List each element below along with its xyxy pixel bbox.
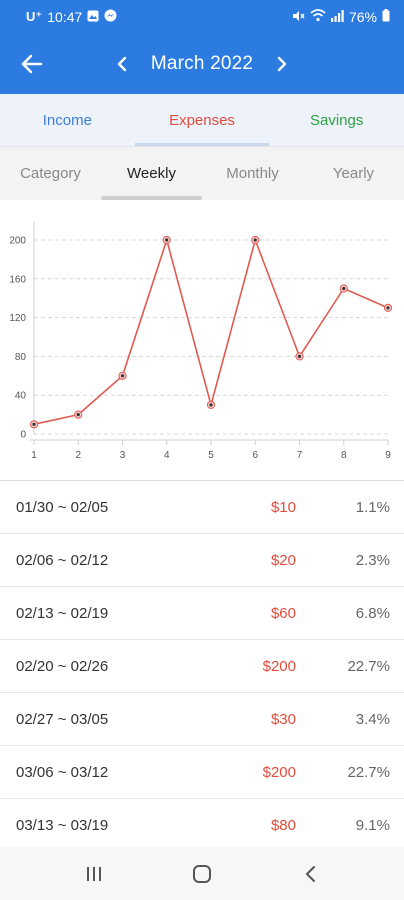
week-amount: $30 <box>270 710 296 728</box>
system-navigation-bar <box>0 847 404 900</box>
y-tick-label: 200 <box>9 236 26 247</box>
list-item[interactable]: 02/20 ~ 02/26 $200 22.7% <box>0 640 404 693</box>
list-item[interactable]: 02/06 ~ 02/12 $20 2.3% <box>0 534 404 587</box>
chevron-right-icon <box>277 56 287 72</box>
y-tick-label: 80 <box>15 352 27 363</box>
y-tick-label: 120 <box>9 313 26 324</box>
tab-expenses-label: Expenses <box>169 111 235 129</box>
week-range: 03/13 ~ 03/19 <box>16 816 109 834</box>
week-percentage: 22.7% <box>347 763 390 781</box>
tab-monthly-label: Monthly <box>226 165 279 182</box>
week-percentage: 9.1% <box>355 816 390 834</box>
tab-category[interactable]: Category <box>0 147 101 200</box>
back-nav-button[interactable] <box>290 854 330 894</box>
tab-savings[interactable]: Savings <box>269 94 404 146</box>
type-tabs: Income Expenses Savings <box>0 94 404 146</box>
week-amount: $60 <box>270 604 296 622</box>
week-amount: $200 <box>262 763 296 781</box>
week-amount: $10 <box>270 498 296 516</box>
x-tick-label: 7 <box>297 450 303 461</box>
data-point-center <box>120 374 125 378</box>
x-tick-label: 6 <box>252 450 258 461</box>
weekly-line-chart: 0 40 80 120 160 200 1 2 3 4 5 6 7 8 9 <box>0 200 404 480</box>
week-range: 02/06 ~ 02/12 <box>16 551 109 569</box>
week-percentage: 3.4% <box>355 710 390 728</box>
y-tick-label: 160 <box>9 274 26 285</box>
tab-weekly[interactable]: Weekly <box>101 147 202 200</box>
data-point-center <box>32 422 36 426</box>
data-point-center <box>209 403 213 407</box>
data-point-center <box>253 238 257 242</box>
mute-icon <box>291 9 305 26</box>
month-navigator: March 2022 <box>0 34 404 94</box>
data-point-center <box>386 306 390 310</box>
week-percentage: 2.3% <box>355 551 390 569</box>
signal-icon <box>330 9 344 25</box>
home-icon <box>193 864 211 883</box>
x-tick-label: 5 <box>208 450 214 461</box>
list-item[interactable]: 03/06 ~ 03/12 $200 22.7% <box>0 746 404 799</box>
tab-yearly[interactable]: Yearly <box>303 147 404 200</box>
week-range: 03/06 ~ 03/12 <box>16 763 109 781</box>
status-bar: U⁺ 10:47 76% <box>0 0 404 34</box>
recent-apps-icon <box>87 866 101 881</box>
week-range: 02/13 ~ 02/19 <box>16 604 109 622</box>
y-tick-label: 40 <box>15 391 27 402</box>
chevron-left-icon <box>306 865 315 882</box>
arrow-left-icon <box>21 54 43 74</box>
data-point-center <box>297 354 302 358</box>
week-percentage: 1.1% <box>355 498 390 516</box>
carrier-label: U⁺ <box>26 9 43 24</box>
battery-icon <box>382 9 390 25</box>
next-month-button[interactable] <box>271 49 293 79</box>
data-point-center <box>76 413 80 417</box>
week-percentage: 22.7% <box>347 657 390 675</box>
battery-percent: 76% <box>348 9 377 25</box>
week-percentage: 6.8% <box>355 604 390 622</box>
messenger-notification-icon <box>104 9 117 25</box>
wifi-icon <box>310 9 326 25</box>
recent-apps-button[interactable] <box>74 854 114 894</box>
x-tick-label: 3 <box>120 450 126 461</box>
tab-category-label: Category <box>20 165 81 182</box>
week-range: 01/30 ~ 02/05 <box>16 498 109 516</box>
tab-monthly[interactable]: Monthly <box>202 147 303 200</box>
tab-yearly-label: Yearly <box>332 165 375 182</box>
week-amount: $200 <box>262 657 296 675</box>
back-button[interactable] <box>14 48 50 80</box>
chevron-left-icon <box>117 56 127 72</box>
previous-month-button[interactable] <box>111 49 133 79</box>
list-item[interactable]: 03/13 ~ 03/19 $80 9.1% <box>0 799 404 847</box>
week-amount: $20 <box>270 551 296 569</box>
list-item[interactable]: 02/27 ~ 03/05 $30 3.4% <box>0 693 404 746</box>
tab-income[interactable]: Income <box>0 94 135 146</box>
tab-weekly-label: Weekly <box>127 165 176 182</box>
data-point-center <box>165 238 169 242</box>
month-title: March 2022 <box>150 53 254 74</box>
list-item[interactable]: 02/13 ~ 02/19 $60 6.8% <box>0 587 404 640</box>
series-line <box>33 239 389 426</box>
x-tick-label: 2 <box>75 450 81 461</box>
tab-income-label: Income <box>42 111 92 129</box>
tab-savings-label: Savings <box>309 111 364 129</box>
x-tick-label: 4 <box>164 450 170 461</box>
week-range: 02/20 ~ 02/26 <box>16 657 109 675</box>
x-tick-label: 8 <box>341 450 347 461</box>
weekly-list: 01/30 ~ 02/05 $10 1.1% 02/06 ~ 02/12 $20… <box>0 480 404 847</box>
tab-expenses[interactable]: Expenses <box>134 94 270 146</box>
period-tabs: Category Weekly Monthly Yearly <box>0 146 404 200</box>
chart-svg: 0 40 80 120 160 200 1 2 3 4 5 6 7 8 9 <box>9 222 393 461</box>
week-amount: $80 <box>270 816 296 834</box>
clock: 10:47 <box>47 9 83 25</box>
list-item[interactable]: 01/30 ~ 02/05 $10 1.1% <box>0 481 404 534</box>
data-point-center <box>342 286 346 291</box>
y-tick-label: 0 <box>20 430 26 441</box>
week-range: 02/27 ~ 03/05 <box>16 710 109 728</box>
x-tick-label: 9 <box>385 450 391 461</box>
x-tick-label: 1 <box>31 450 37 461</box>
gallery-notification-icon <box>87 9 99 25</box>
app-header: March 2022 <box>0 34 404 94</box>
home-button[interactable] <box>182 854 222 894</box>
